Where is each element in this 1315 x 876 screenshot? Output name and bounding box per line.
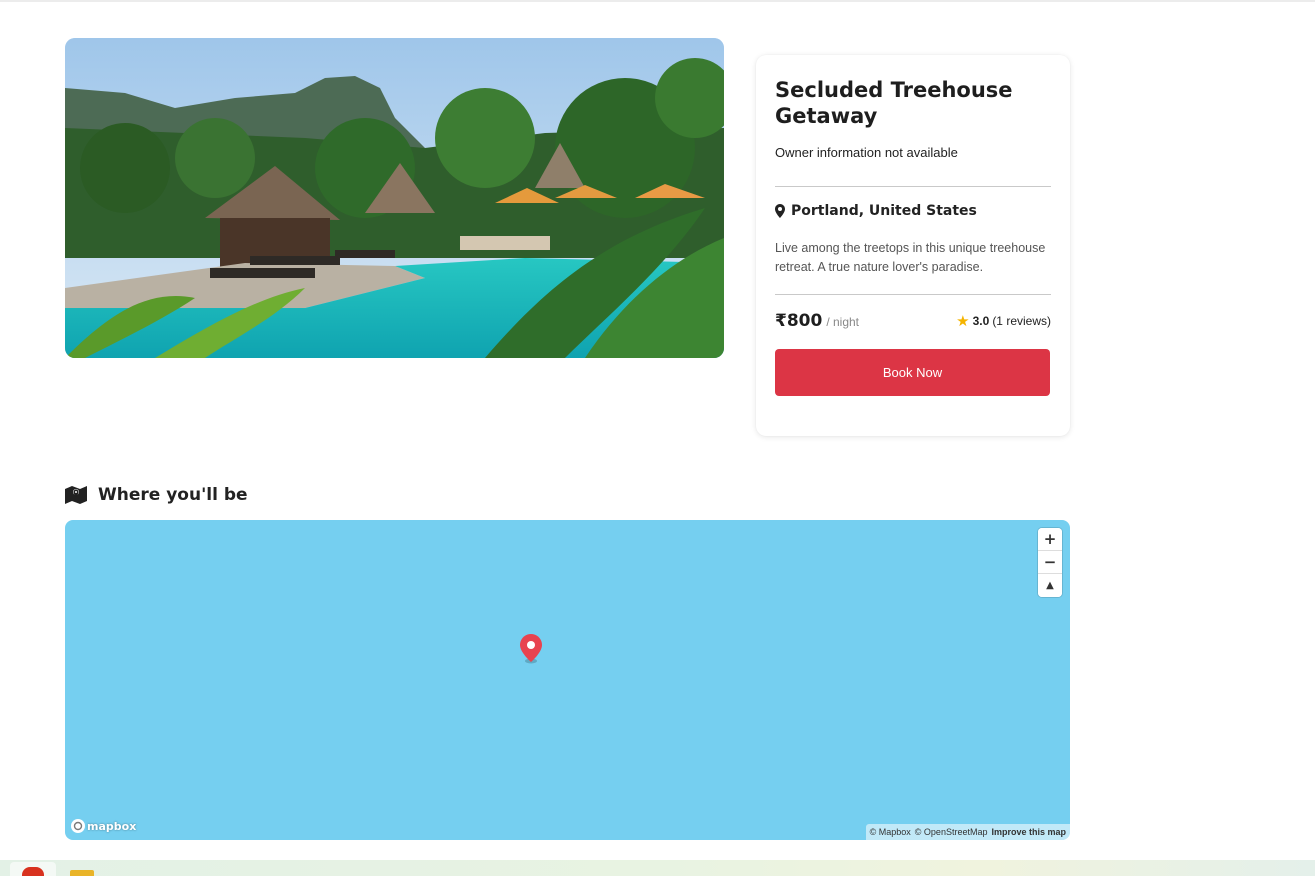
map-navigation-control: + − ▲	[1038, 528, 1062, 597]
attribution-osm-link[interactable]: © OpenStreetMap	[915, 827, 988, 837]
listing-title: Secluded Treehouse Getaway	[775, 78, 1013, 128]
mapbox-logo-text: mapbox	[87, 819, 137, 833]
rating-value: 3.0	[972, 314, 990, 328]
folded-map-icon	[65, 486, 87, 504]
zoom-in-button[interactable]: +	[1038, 528, 1062, 551]
divider	[775, 294, 1051, 295]
listing-description: Live among the treetops in this unique t…	[775, 241, 1046, 274]
star-icon: ★	[956, 313, 970, 330]
os-taskbar	[0, 860, 1315, 876]
folder-icon[interactable]	[70, 870, 94, 876]
map-pin-icon	[775, 204, 785, 218]
improve-map-link[interactable]: Improve this map	[991, 827, 1066, 837]
price-value: ₹800	[775, 311, 823, 331]
zoom-out-button[interactable]: −	[1038, 551, 1062, 574]
mapbox-logo[interactable]: mapbox	[71, 819, 136, 833]
price-row: ₹800/ night ★ 3.0 (1 reviews)	[775, 311, 1051, 331]
map-section-title: Where you'll be	[98, 485, 248, 505]
map-attribution: © Mapbox © OpenStreetMap Improve this ma…	[865, 824, 1070, 840]
top-border	[0, 0, 1315, 2]
price-block: ₹800/ night	[775, 311, 859, 331]
mapbox-logo-icon	[71, 819, 85, 833]
listing-photo	[65, 38, 724, 358]
listing-card: Secluded Treehouse Getaway Owner informa…	[756, 55, 1070, 436]
app-icon[interactable]	[22, 867, 44, 876]
compass-button[interactable]: ▲	[1038, 574, 1062, 597]
attribution-mapbox-link[interactable]: © Mapbox	[870, 827, 911, 837]
location-marker-icon[interactable]	[520, 634, 542, 664]
owner-info: Owner information not available	[775, 145, 958, 160]
rating: ★ 3.0 (1 reviews)	[956, 312, 1051, 330]
review-count: (1 reviews)	[992, 314, 1051, 328]
listing-location: Portland, United States	[775, 203, 1051, 219]
location-text: Portland, United States	[791, 203, 977, 219]
location-map[interactable]: + − ▲ mapbox © Mapbox © OpenStreetMap Im…	[65, 520, 1070, 840]
price-unit: / night	[826, 315, 860, 329]
resort-pool-image	[65, 38, 724, 358]
divider	[775, 186, 1051, 187]
map-section-header: Where you'll be	[65, 485, 248, 505]
book-now-button[interactable]: Book Now	[775, 349, 1050, 396]
